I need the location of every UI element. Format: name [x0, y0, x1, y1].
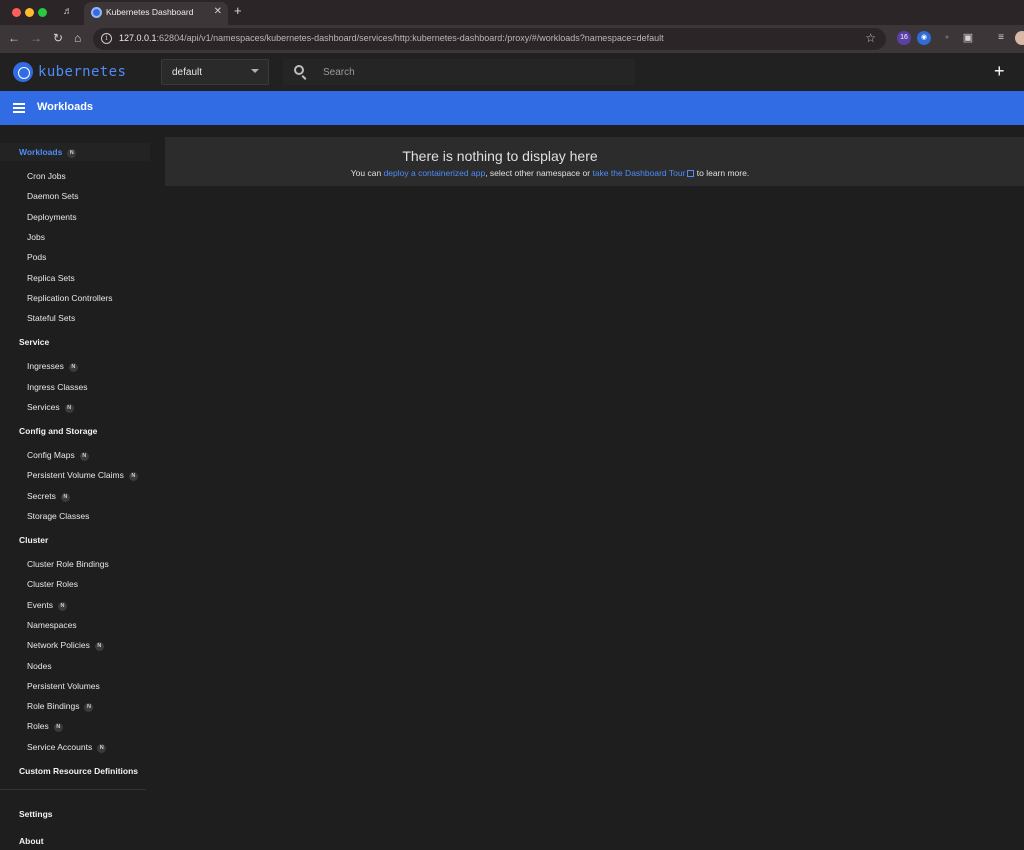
empty-state-heading: There is nothing to display here: [402, 148, 598, 164]
sidebar-item-pods[interactable]: Pods: [0, 248, 150, 266]
sidebar-item-secrets[interactable]: Secrets N: [0, 487, 150, 505]
extensions-puzzle-icon[interactable]: ▣: [961, 31, 975, 45]
site-info-icon[interactable]: i: [101, 33, 112, 44]
sidebar-item-network-policies[interactable]: Network Policies N: [0, 636, 150, 654]
sidebar-item-namespaces[interactable]: Namespaces: [0, 616, 150, 634]
deploy-app-link[interactable]: deploy a containerized app: [384, 168, 486, 178]
sidebar-divider: [0, 789, 146, 790]
dashboard-tour-link[interactable]: take the Dashboard Tour: [592, 168, 695, 178]
sidebar-item-replication-controllers[interactable]: Replication Controllers: [0, 289, 150, 307]
forward-arrow-icon[interactable]: →: [30, 31, 42, 45]
sidebar-item-daemon-sets[interactable]: Daemon Sets: [0, 187, 150, 205]
sidebar-item-ingress-classes[interactable]: Ingress Classes: [0, 378, 150, 396]
sidebar-item-cluster-role-bindings[interactable]: Cluster Role Bindings: [0, 555, 150, 573]
url-text[interactable]: 127.0.0.1:62804/api/v1/namespaces/kubern…: [119, 33, 664, 43]
browser-toolbar: ← → ↻ ⌂ i 127.0.0.1:62804/api/v1/namespa…: [0, 25, 1024, 53]
sidebar-item-cluster[interactable]: Cluster: [0, 531, 150, 549]
sidebar-item-workloads[interactable]: Workloads N: [0, 143, 150, 161]
namespaced-badge: N: [68, 363, 78, 372]
namespace-selector[interactable]: default: [161, 59, 269, 85]
extension-badge-icon[interactable]: 16: [897, 31, 911, 45]
browser-tab[interactable]: Kubernetes Dashboard ✕: [84, 2, 228, 25]
namespaced-badge: N: [64, 404, 74, 413]
close-window-button[interactable]: [12, 8, 21, 17]
dashboard-header: kubernetes default +: [0, 53, 1024, 91]
search-box[interactable]: [283, 59, 635, 85]
browser-tab-strip: ♬ Kubernetes Dashboard ✕ +: [0, 0, 1024, 25]
namespaced-badge: N: [67, 149, 77, 158]
speaker-icon[interactable]: ♬: [63, 6, 75, 18]
namespaced-badge: N: [60, 493, 70, 502]
sidebar-item-roles[interactable]: Roles N: [0, 717, 150, 735]
namespaced-badge: N: [79, 452, 89, 461]
reading-list-icon[interactable]: ≡: [994, 31, 1008, 45]
sidebar-item-persistent-volume-claims[interactable]: Persistent Volume Claims N: [0, 466, 150, 484]
empty-state-message: You can deploy a containerized app, sele…: [350, 168, 750, 178]
sidebar-item-events[interactable]: Events N: [0, 596, 150, 614]
sidebar-item-deployments[interactable]: Deployments: [0, 208, 150, 226]
password-manager-icon[interactable]: ◉: [917, 31, 931, 45]
namespaced-badge: N: [58, 602, 67, 611]
sidebar: Workloads N Cron Jobs Daemon Sets Deploym…: [0, 125, 150, 846]
sidebar-item-jobs[interactable]: Jobs: [0, 228, 150, 246]
sidebar-item-about[interactable]: About: [0, 832, 150, 850]
address-bar[interactable]: i 127.0.0.1:62804/api/v1/namespaces/kube…: [93, 28, 886, 50]
namespaced-badge: N: [97, 744, 107, 753]
sidebar-item-service-accounts[interactable]: Service Accounts N: [0, 738, 150, 756]
maximize-window-button[interactable]: [38, 8, 47, 17]
kubernetes-logo-text[interactable]: kubernetes: [38, 64, 126, 80]
minimize-window-button[interactable]: [25, 8, 34, 17]
namespaced-badge: N: [84, 703, 94, 712]
sidebar-item-service[interactable]: Service: [0, 333, 150, 351]
sidebar-item-cluster-roles[interactable]: Cluster Roles: [0, 575, 150, 593]
sidebar-item-ingresses[interactable]: Ingresses N: [0, 357, 150, 375]
caret-down-icon: [251, 69, 259, 73]
sidebar-item-nodes[interactable]: Nodes: [0, 657, 150, 675]
back-arrow-icon[interactable]: ←: [8, 31, 20, 45]
sidebar-item-replica-sets[interactable]: Replica Sets: [0, 269, 150, 287]
sidebar-item-settings[interactable]: Settings: [0, 805, 150, 823]
tab-title: Kubernetes Dashboard: [106, 7, 194, 17]
profile-avatar[interactable]: [1015, 31, 1024, 45]
tab-close-icon[interactable]: ✕: [214, 6, 222, 18]
search-icon: [294, 65, 304, 75]
new-tab-button[interactable]: +: [234, 4, 242, 18]
search-input[interactable]: [323, 64, 623, 80]
page-title: Workloads: [37, 101, 94, 113]
kubernetes-logo-icon[interactable]: [13, 62, 33, 82]
create-resource-button[interactable]: +: [994, 61, 1005, 81]
title-bar: Workloads: [0, 91, 1024, 125]
sidebar-item-config-maps[interactable]: Config Maps N: [0, 446, 150, 464]
sidebar-item-stateful-sets[interactable]: Stateful Sets: [0, 309, 150, 327]
sidebar-item-storage-classes[interactable]: Storage Classes: [0, 507, 150, 525]
hamburger-menu-icon[interactable]: [13, 103, 25, 113]
namespace-value: default: [172, 67, 203, 78]
sidebar-item-role-bindings[interactable]: Role Bindings N: [0, 697, 150, 715]
sidebar-item-cron-jobs[interactable]: Cron Jobs: [0, 167, 150, 185]
extension-icon[interactable]: ●: [940, 31, 954, 45]
sidebar-item-custom-resource-definitions[interactable]: Custom Resource Definitions: [0, 762, 150, 780]
kubernetes-favicon-icon: [91, 7, 102, 18]
bookmark-star-icon[interactable]: ☆: [865, 31, 876, 45]
reload-icon[interactable]: ↻: [53, 31, 63, 45]
namespaced-badge: N: [128, 472, 138, 481]
sidebar-item-config-and-storage[interactable]: Config and Storage: [0, 422, 150, 440]
empty-state-card: There is nothing to display here You can…: [165, 137, 1024, 186]
namespaced-badge: N: [94, 642, 104, 651]
sidebar-item-services[interactable]: Services N: [0, 398, 150, 416]
namespaced-badge: N: [53, 723, 63, 732]
sidebar-item-persistent-volumes[interactable]: Persistent Volumes: [0, 677, 150, 695]
home-icon[interactable]: ⌂: [74, 31, 81, 45]
